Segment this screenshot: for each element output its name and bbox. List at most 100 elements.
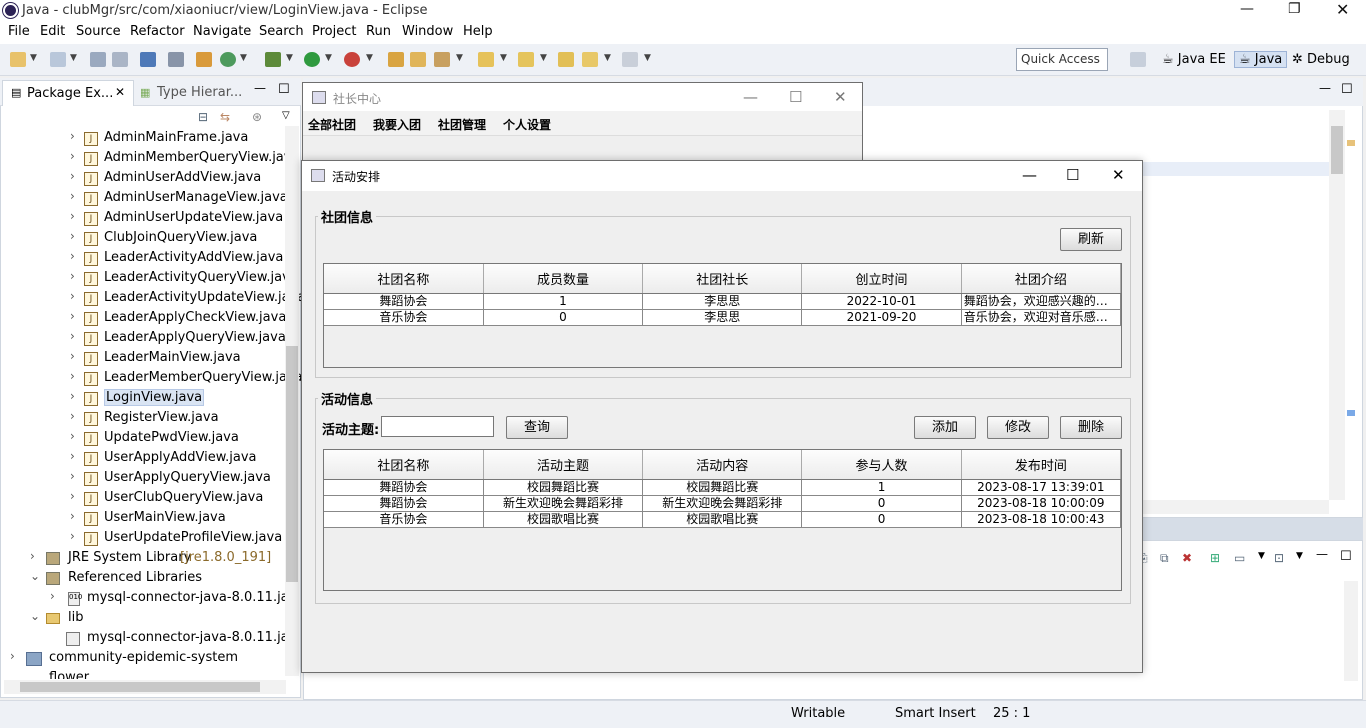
chevron-down-icon[interactable]: ▼ <box>70 53 77 63</box>
menu-source[interactable]: Source <box>76 24 121 39</box>
column-header[interactable]: 发布时间 <box>961 450 1122 480</box>
table-cell[interactable]: 李思思 <box>642 293 803 310</box>
close-icon[interactable]: ✕ <box>115 85 125 99</box>
column-header[interactable]: 活动主题 <box>483 450 644 480</box>
new-icon[interactable] <box>10 52 26 67</box>
table-cell[interactable]: 0 <box>801 511 962 528</box>
chevron-right-icon[interactable]: › <box>70 209 75 223</box>
minimize-icon[interactable]: — <box>254 81 266 95</box>
menu-run[interactable]: Run <box>366 24 391 39</box>
menu-edit[interactable]: Edit <box>40 24 65 39</box>
column-header[interactable]: 社团名称 <box>324 450 484 480</box>
tree-java-file[interactable]: › J UserApplyAddView.java <box>70 449 285 469</box>
menu-refactor[interactable]: Refactor <box>130 24 185 39</box>
open-folder-icon[interactable] <box>410 52 426 67</box>
chevron-down-icon[interactable]: ▼ <box>240 53 247 63</box>
edit-button[interactable]: 修改 <box>987 416 1049 439</box>
tree-project-item[interactable]: flower <box>10 669 290 679</box>
chevron-right-icon[interactable]: › <box>70 289 75 303</box>
chevron-right-icon[interactable]: › <box>70 389 75 403</box>
menu-help[interactable]: Help <box>463 24 493 39</box>
chevron-right-icon[interactable]: › <box>70 409 75 423</box>
chevron-down-icon[interactable]: ⌄ <box>30 569 40 583</box>
annotation-icon[interactable] <box>478 52 494 67</box>
table-row[interactable]: 舞蹈协会 新生欢迎晚会舞蹈彩排 新生欢迎晚会舞蹈彩排 0 2023-08-18 10:0… <box>324 495 1122 512</box>
maximize-icon[interactable]: ☐ <box>789 88 802 106</box>
tree-java-file[interactable]: › J AdminUserManageView.java <box>70 189 288 209</box>
table-cell[interactable]: 音乐协会 <box>324 511 484 528</box>
table-cell[interactable]: 校园舞蹈比赛 <box>642 479 803 496</box>
chevron-down-icon[interactable]: ▼ <box>604 53 611 63</box>
add-button[interactable]: 添加 <box>914 416 976 439</box>
table-cell[interactable]: 校园歌唱比赛 <box>483 511 644 528</box>
table-cell[interactable]: 2023-08-18 10:00:43 <box>961 511 1122 528</box>
chevron-right-icon[interactable]: › <box>70 489 75 503</box>
debug-icon[interactable] <box>265 52 281 67</box>
chevron-down-icon[interactable]: ▼ <box>1296 551 1303 561</box>
next-annotation-icon[interactable] <box>518 52 534 67</box>
perspective-java-ee[interactable]: ☕ Java EE <box>1162 52 1226 67</box>
chevron-right-icon[interactable]: › <box>70 469 75 483</box>
chevron-down-icon[interactable]: ▼ <box>540 53 547 63</box>
chevron-right-icon[interactable]: › <box>50 589 55 603</box>
chevron-right-icon[interactable]: › <box>70 309 75 323</box>
table-cell[interactable]: 1 <box>801 479 962 496</box>
menu-window[interactable]: Window <box>402 24 453 39</box>
menu-navigate[interactable]: Navigate <box>193 24 251 39</box>
tree-jre-library[interactable]: › JRE System Library [jre1.8.0_191] <box>30 549 290 569</box>
restore-icon[interactable]: ❐ <box>1288 1 1301 17</box>
chevron-right-icon[interactable]: › <box>70 509 75 523</box>
pen-icon[interactable] <box>434 52 450 67</box>
table-cell[interactable]: 音乐协会，欢迎对音乐感兴… <box>961 309 1122 326</box>
perspective-java[interactable]: ☕ Java <box>1234 51 1288 68</box>
tree-java-file[interactable]: › J LeaderApplyCheckView.java <box>70 309 286 329</box>
menu-project[interactable]: Project <box>312 24 356 39</box>
minimize-icon[interactable]: — <box>1022 166 1037 184</box>
forward-icon[interactable] <box>622 52 638 67</box>
tree-java-file[interactable]: › J AdminUserAddView.java <box>70 169 285 189</box>
chevron-down-icon[interactable]: ▼ <box>1258 551 1265 561</box>
chevron-down-icon[interactable]: ▼ <box>500 53 507 63</box>
open-console-icon[interactable]: ⊞ <box>1210 551 1220 565</box>
tab-package-explorer[interactable]: ▤ Package Ex... ✕ <box>2 80 134 106</box>
tree-java-file[interactable]: › J LoginView.java <box>70 389 285 409</box>
menu-search[interactable]: Search <box>259 24 304 39</box>
menu-file[interactable]: File <box>8 24 30 39</box>
chevron-right-icon[interactable]: › <box>70 529 75 543</box>
column-header[interactable]: 创立时间 <box>801 264 962 294</box>
tree-java-file[interactable]: › J UpdatePwdView.java <box>70 429 285 449</box>
tree-java-file[interactable]: › J UserMainView.java <box>70 509 285 529</box>
chevron-right-icon[interactable]: › <box>70 449 75 463</box>
column-header[interactable]: 社团社长 <box>642 264 803 294</box>
tree-java-file[interactable]: › J AdminUserUpdateView.java <box>70 209 285 229</box>
chevron-right-icon[interactable]: › <box>10 649 15 663</box>
tree-project-item[interactable]: › community-epidemic-system <box>10 649 290 669</box>
skip-breakpoints-icon[interactable] <box>168 52 184 67</box>
query-button[interactable]: 查询 <box>506 416 568 439</box>
new-console-icon[interactable]: ⊡ <box>1274 551 1284 565</box>
tree-jar-item[interactable]: › 010 mysql-connector-java-8.0.11.jar <box>50 589 294 609</box>
tree-java-file[interactable]: › J UserUpdateProfileView.java <box>70 529 285 549</box>
table-cell[interactable]: 2021-09-20 <box>801 309 962 326</box>
console-display-icon[interactable]: ▭ <box>1234 551 1245 565</box>
minimize-icon[interactable]: — <box>1316 547 1328 561</box>
run-icon[interactable] <box>304 52 320 67</box>
table-cell[interactable]: 舞蹈协会 <box>324 293 484 310</box>
close-icon[interactable]: ✕ <box>1336 0 1349 19</box>
table-cell[interactable]: 李思思 <box>642 309 803 326</box>
tree-referenced-libraries[interactable]: ⌄ Referenced Libraries <box>30 569 290 589</box>
maximize-icon[interactable]: ☐ <box>1341 82 1353 97</box>
collapse-all-icon[interactable]: ⊟ <box>198 110 208 124</box>
table-cell[interactable]: 新生欢迎晚会舞蹈彩排 <box>642 495 803 512</box>
close-icon[interactable]: ✕ <box>834 88 847 106</box>
table-cell[interactable]: 2023-08-17 13:39:01 <box>961 479 1122 496</box>
tab-type-hierarchy[interactable]: Type Hierar... <box>157 85 242 100</box>
maximize-icon[interactable]: ☐ <box>278 82 290 97</box>
table-row[interactable]: 音乐协会 校园歌唱比赛 校园歌唱比赛 0 2023-08-18 10:00:43 <box>324 511 1122 528</box>
delete-button[interactable]: 删除 <box>1060 416 1122 439</box>
chevron-right-icon[interactable]: › <box>70 429 75 443</box>
table-cell[interactable]: 舞蹈协会 <box>324 479 484 496</box>
table-cell[interactable]: 舞蹈协会 <box>324 495 484 512</box>
refresh-icon[interactable] <box>220 52 236 67</box>
menu-personal-settings[interactable]: 个人设置 <box>503 116 551 133</box>
